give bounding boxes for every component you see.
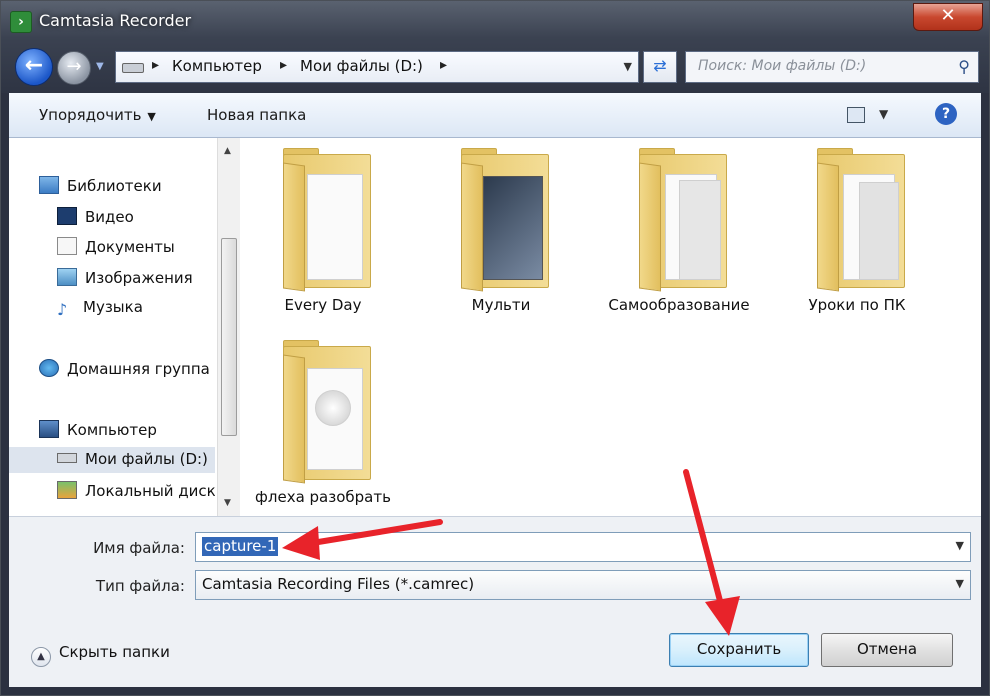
search-icon[interactable]: ⚲ bbox=[958, 57, 970, 76]
sidebar-item-label: Мои файлы (D:) bbox=[85, 450, 208, 468]
folder-name: Every Day bbox=[284, 296, 362, 314]
sidebar-item-label: Компьютер bbox=[67, 421, 157, 439]
sidebar-item-label: Домашняя группа bbox=[67, 360, 210, 378]
sidebar-item-homegroup[interactable]: Домашняя группа bbox=[39, 359, 210, 378]
close-button[interactable]: ✕ bbox=[913, 3, 983, 31]
refresh-button[interactable]: ⇄ bbox=[643, 51, 677, 83]
drive-icon bbox=[122, 63, 144, 73]
main-content: Библиотеки Видео Документы Изображения ♪… bbox=[9, 138, 981, 516]
documents-icon bbox=[57, 237, 77, 255]
folder-item[interactable]: Самообразование bbox=[599, 148, 759, 314]
sidebar-item-pictures[interactable]: Изображения bbox=[57, 268, 193, 287]
help-button[interactable]: ? bbox=[935, 103, 957, 125]
sidebar-item-computer[interactable]: Компьютер bbox=[39, 420, 157, 439]
address-dropdown-icon[interactable]: ▼ bbox=[624, 60, 632, 73]
scrollbar-thumb[interactable] bbox=[221, 238, 237, 436]
sidebar-item-documents[interactable]: Документы bbox=[57, 237, 175, 256]
window-title: Camtasia Recorder bbox=[39, 11, 192, 30]
sidebar-item-libraries[interactable]: Библиотеки bbox=[39, 176, 162, 195]
organize-label: Упорядочить bbox=[39, 106, 142, 124]
hide-folders-label: Скрыть папки bbox=[59, 643, 170, 661]
pictures-icon bbox=[57, 268, 77, 286]
view-options-dropdown-icon[interactable]: ▼ bbox=[879, 107, 888, 121]
sidebar-item-label: Библиотеки bbox=[67, 177, 162, 195]
recent-pages-dropdown[interactable]: ▼ bbox=[96, 61, 104, 72]
cancel-button[interactable]: Отмена bbox=[821, 633, 953, 667]
filename-label: Имя файла: bbox=[93, 539, 185, 557]
folder-item[interactable]: Мульти bbox=[421, 148, 581, 314]
homegroup-icon bbox=[39, 359, 59, 377]
filename-field[interactable]: capture-1 ▼ bbox=[195, 532, 971, 562]
breadcrumb-chevron-icon[interactable]: ▸ bbox=[152, 57, 159, 73]
folder-item[interactable]: флеха разобрать bbox=[243, 340, 403, 506]
change-view-icon[interactable] bbox=[847, 107, 865, 123]
local-disk-icon bbox=[57, 481, 77, 499]
folder-icon bbox=[461, 148, 549, 292]
folder-name: Мульти bbox=[471, 296, 531, 314]
folder-icon bbox=[283, 340, 371, 484]
back-button[interactable]: ← bbox=[15, 48, 53, 86]
sidebar-item-drive-d[interactable]: Мои файлы (D:) bbox=[57, 450, 208, 468]
chevron-down-icon: ▼ bbox=[147, 110, 156, 123]
libraries-icon bbox=[39, 176, 59, 194]
organize-button[interactable]: Упорядочить ▼ bbox=[39, 106, 156, 124]
search-box[interactable]: Поиск: Мои файлы (D:) ⚲ bbox=[685, 51, 979, 83]
folder-name: флеха разобрать bbox=[255, 488, 391, 506]
sidebar-item-label: Документы bbox=[85, 238, 175, 256]
file-list: Every Day Мульти Самообразование Уроки п… bbox=[243, 138, 981, 516]
breadcrumb-drive-d[interactable]: Мои файлы (D:) bbox=[300, 57, 423, 75]
music-icon: ♪ bbox=[57, 300, 68, 319]
breadcrumb-chevron-icon[interactable]: ▸ bbox=[440, 57, 447, 73]
folder-icon bbox=[283, 148, 371, 292]
disc-icon bbox=[315, 390, 351, 426]
sidebar-item-label: Локальный диск bbox=[85, 482, 215, 500]
sidebar-item-local-disk[interactable]: Локальный диск bbox=[57, 481, 215, 500]
sidebar-item-label: Изображения bbox=[85, 269, 193, 287]
folder-icon bbox=[817, 148, 905, 292]
forward-button[interactable]: → bbox=[57, 51, 91, 85]
navigation-scrollbar[interactable]: ▲ ▼ bbox=[217, 138, 240, 516]
breadcrumb-computer[interactable]: Компьютер bbox=[172, 57, 262, 75]
video-icon bbox=[57, 207, 77, 225]
breadcrumb-chevron-icon[interactable]: ▸ bbox=[280, 57, 287, 73]
command-toolbar: Упорядочить ▼ Новая папка ▼ ? bbox=[9, 93, 981, 138]
camtasia-app-icon: › bbox=[10, 11, 32, 33]
sidebar-item-label: Музыка bbox=[83, 298, 143, 316]
navigation-bar: ← → ▼ ▸ Компьютер ▸ Мои файлы (D:) ▸ ▼ ⇄… bbox=[1, 43, 989, 93]
folder-name: Уроки по ПК bbox=[808, 296, 906, 314]
folder-item[interactable]: Every Day bbox=[243, 148, 403, 314]
address-bar[interactable]: ▸ Компьютер ▸ Мои файлы (D:) ▸ ▼ bbox=[115, 51, 639, 83]
chevron-down-icon[interactable]: ▼ bbox=[956, 577, 964, 590]
title-bar: › Camtasia Recorder ✕ bbox=[1, 1, 989, 41]
photo-thumbnail bbox=[483, 176, 543, 280]
folder-item[interactable]: Уроки по ПК bbox=[777, 148, 937, 314]
filetype-select[interactable]: Camtasia Recording Files (*.camrec) ▼ bbox=[195, 570, 971, 600]
sidebar-item-video[interactable]: Видео bbox=[57, 207, 134, 226]
scroll-up-icon[interactable]: ▲ bbox=[224, 146, 231, 156]
search-placeholder: Поиск: Мои файлы (D:) bbox=[698, 58, 867, 74]
sidebar-item-music[interactable]: ♪ Музыка bbox=[57, 298, 143, 318]
navigation-pane: Библиотеки Видео Документы Изображения ♪… bbox=[9, 138, 215, 516]
folder-icon bbox=[639, 148, 727, 292]
save-dialog-window: › Camtasia Recorder ✕ ← → ▼ ▸ Компьютер … bbox=[0, 0, 990, 696]
filename-history-dropdown-icon[interactable]: ▼ bbox=[956, 539, 964, 552]
sidebar-item-label: Видео bbox=[85, 208, 134, 226]
chevron-up-icon: ▲ bbox=[31, 647, 51, 667]
save-form: Имя файла: capture-1 ▼ Тип файла: Camtas… bbox=[9, 516, 981, 687]
filetype-label: Тип файла: bbox=[95, 577, 185, 595]
new-folder-button[interactable]: Новая папка bbox=[207, 106, 306, 124]
computer-icon bbox=[39, 420, 59, 438]
filename-value: capture-1 bbox=[202, 537, 279, 556]
hide-folders-toggle[interactable]: ▲ Скрыть папки bbox=[31, 643, 170, 667]
filetype-value: Camtasia Recording Files (*.camrec) bbox=[202, 575, 475, 593]
save-button[interactable]: Сохранить bbox=[669, 633, 809, 667]
drive-icon bbox=[57, 453, 77, 463]
folder-name: Самообразование bbox=[608, 296, 750, 314]
